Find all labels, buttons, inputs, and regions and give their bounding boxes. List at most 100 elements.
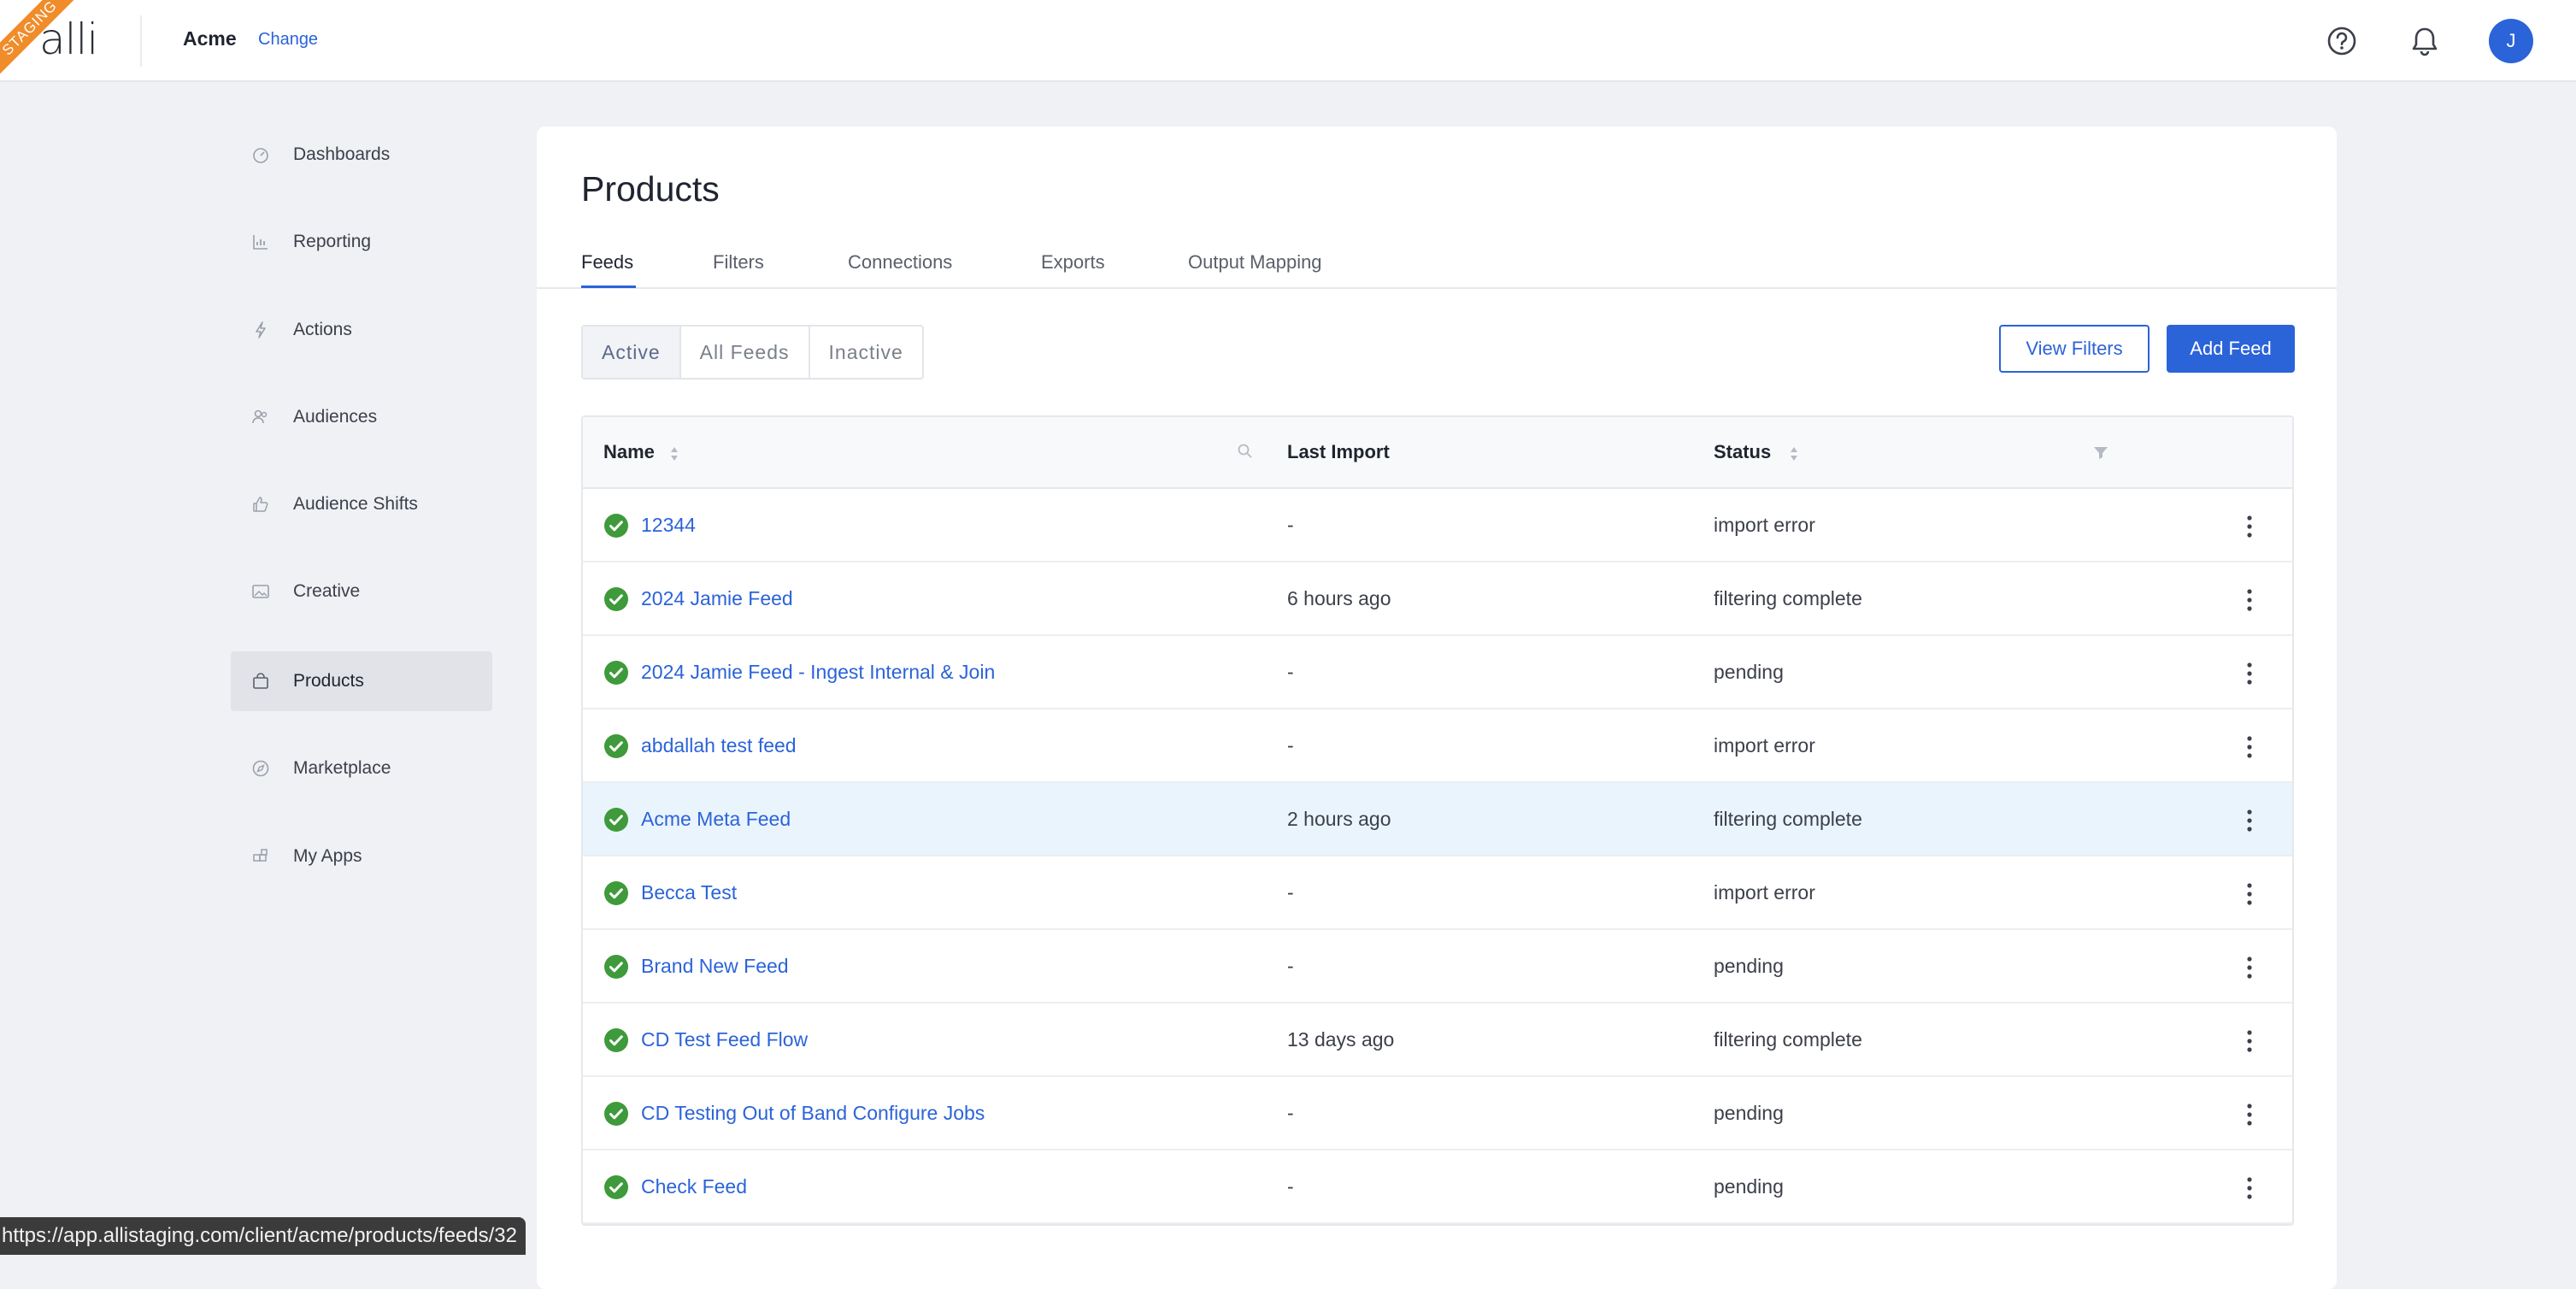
last-import-cell: 6 hours ago <box>1287 587 1391 609</box>
more-options-icon[interactable] <box>2241 1098 2258 1132</box>
feed-name-link[interactable]: 12344 <box>641 514 696 537</box>
last-import-cell: - <box>1287 955 1294 977</box>
search-icon[interactable] <box>1237 443 1254 460</box>
table-row[interactable]: CD Test Feed Flow 13 days ago filtering … <box>583 1004 2292 1077</box>
more-options-icon[interactable] <box>2241 1024 2258 1058</box>
add-feed-button[interactable]: Add Feed <box>2167 325 2295 373</box>
sort-icon[interactable] <box>1788 444 1800 463</box>
sidebar-item-actions[interactable]: Actions <box>231 300 492 360</box>
feed-name-link[interactable]: 2024 Jamie Feed <box>641 587 793 610</box>
feed-name-link[interactable]: Becca Test <box>641 881 737 904</box>
feed-name-link[interactable]: 2024 Jamie Feed - Ingest Internal & Join <box>641 661 995 684</box>
more-options-icon[interactable] <box>2241 656 2258 691</box>
more-options-icon[interactable] <box>2241 1171 2258 1205</box>
status-cell: import error <box>1714 734 1815 756</box>
last-import-cell: 13 days ago <box>1287 1028 1395 1051</box>
sidebar-item-label: Audience Shifts <box>293 494 418 514</box>
check-circle-icon <box>604 808 628 832</box>
gauge-icon <box>253 148 268 163</box>
tab-exports[interactable]: Exports <box>1041 251 1105 274</box>
table-row[interactable]: Acme Meta Feed 2 hours ago filtering com… <box>583 783 2292 856</box>
more-options-icon[interactable] <box>2241 730 2258 764</box>
sort-icon[interactable] <box>668 444 680 463</box>
page-title: Products <box>581 169 720 209</box>
sidebar-item-label: Dashboards <box>293 144 391 164</box>
feed-name-link[interactable]: Brand New Feed <box>641 955 789 978</box>
bell-icon[interactable] <box>2406 22 2444 60</box>
active-tab-indicator <box>581 285 636 288</box>
sidebar-item-label: Marketplace <box>293 758 391 778</box>
feed-name-link[interactable]: CD Test Feed Flow <box>641 1028 808 1051</box>
status-cell: pending <box>1714 1102 1784 1124</box>
table-row[interactable]: 12344 - import error <box>583 489 2292 562</box>
column-header-status[interactable]: Status <box>1714 441 1771 463</box>
more-options-icon[interactable] <box>2241 803 2258 838</box>
feed-name-link[interactable]: CD Testing Out of Band Configure Jobs <box>641 1102 985 1125</box>
help-circle-icon[interactable] <box>2323 22 2361 60</box>
last-import-cell: - <box>1287 1175 1294 1198</box>
sidebar-item-audience-shifts[interactable]: Audience Shifts <box>231 474 492 534</box>
table-row[interactable]: CD Testing Out of Band Configure Jobs - … <box>583 1077 2292 1151</box>
status-cell: pending <box>1714 1175 1784 1198</box>
check-circle-icon <box>604 514 628 538</box>
tab-bar: Feeds Filters Connections Exports Output… <box>537 246 2337 289</box>
check-circle-icon <box>604 1028 628 1052</box>
sidebar-item-dashboards[interactable]: Dashboards <box>231 125 492 185</box>
thumbs-up-icon <box>253 497 268 512</box>
column-header-last-import: Last Import <box>1287 441 1390 462</box>
sidebar-item-label: Audiences <box>293 407 378 427</box>
table-row[interactable]: 2024 Jamie Feed 6 hours ago filtering co… <box>583 562 2292 636</box>
products-card: Products Feeds Filters Connections Expor… <box>537 127 2337 1289</box>
sidebar-item-label: My Apps <box>293 846 362 866</box>
last-import-cell: 2 hours ago <box>1287 808 1391 830</box>
tab-filters[interactable]: Filters <box>713 251 764 274</box>
segment-active[interactable]: Active <box>583 327 681 378</box>
table-row[interactable]: abdallah test feed - import error <box>583 709 2292 783</box>
sidebar-item-my-apps[interactable]: My Apps <box>231 827 492 886</box>
column-header-name[interactable]: Name <box>603 441 655 463</box>
table-row[interactable]: Check Feed - pending <box>583 1151 2292 1224</box>
user-avatar[interactable]: J <box>2489 19 2533 63</box>
last-import-cell: - <box>1287 514 1294 536</box>
apps-icon <box>253 849 268 862</box>
status-cell: filtering complete <box>1714 1028 1862 1051</box>
sidebar-item-reporting[interactable]: Reporting <box>231 212 492 272</box>
filter-icon[interactable] <box>2091 443 2110 462</box>
shopping-bag-icon <box>253 673 268 689</box>
table-header: Name Last Import Status <box>583 417 2292 489</box>
sidebar-item-label: Products <box>293 671 364 691</box>
tab-connections[interactable]: Connections <box>848 251 952 274</box>
feed-name-link[interactable]: abdallah test feed <box>641 734 797 757</box>
alli-logo[interactable]: alli <box>39 15 98 63</box>
sidebar-item-creative[interactable]: Creative <box>231 562 492 621</box>
sidebar-item-products[interactable]: Products <box>231 651 492 711</box>
more-options-icon[interactable] <box>2241 951 2258 985</box>
sidebar-item-label: Actions <box>293 320 352 339</box>
sidebar-item-audiences[interactable]: Audiences <box>231 387 492 447</box>
more-options-icon[interactable] <box>2241 509 2258 544</box>
last-import-cell: - <box>1287 734 1294 756</box>
table-row[interactable]: Becca Test - import error <box>583 856 2292 930</box>
header-divider <box>140 15 142 67</box>
view-filters-button[interactable]: View Filters <box>1999 325 2150 373</box>
feed-name-link[interactable]: Acme Meta Feed <box>641 808 791 831</box>
feed-status-toggle: Active All Feeds Inactive <box>581 325 924 380</box>
table-row[interactable]: Brand New Feed - pending <box>583 930 2292 1004</box>
more-options-icon[interactable] <box>2241 583 2258 617</box>
tab-feeds[interactable]: Feeds <box>581 251 633 274</box>
status-cell: pending <box>1714 661 1784 683</box>
sidebar-item-label: Reporting <box>293 232 372 251</box>
sidebar-item-marketplace[interactable]: Marketplace <box>231 739 492 798</box>
segment-inactive[interactable]: Inactive <box>810 327 922 378</box>
status-cell: pending <box>1714 955 1784 977</box>
feed-name-link[interactable]: Check Feed <box>641 1175 747 1198</box>
check-circle-icon <box>604 734 628 758</box>
more-options-icon[interactable] <box>2241 877 2258 911</box>
tab-output-mapping[interactable]: Output Mapping <box>1188 251 1322 274</box>
change-org-link[interactable]: Change <box>258 30 318 50</box>
segment-all-feeds[interactable]: All Feeds <box>681 327 810 378</box>
top-bar: STAGING alli Acme Change J <box>0 0 2576 82</box>
bar-chart-icon <box>253 235 268 250</box>
table-row[interactable]: 2024 Jamie Feed - Ingest Internal & Join… <box>583 636 2292 709</box>
link-preview-status-bar: https://app.allistaging.com/client/acme/… <box>0 1217 526 1255</box>
